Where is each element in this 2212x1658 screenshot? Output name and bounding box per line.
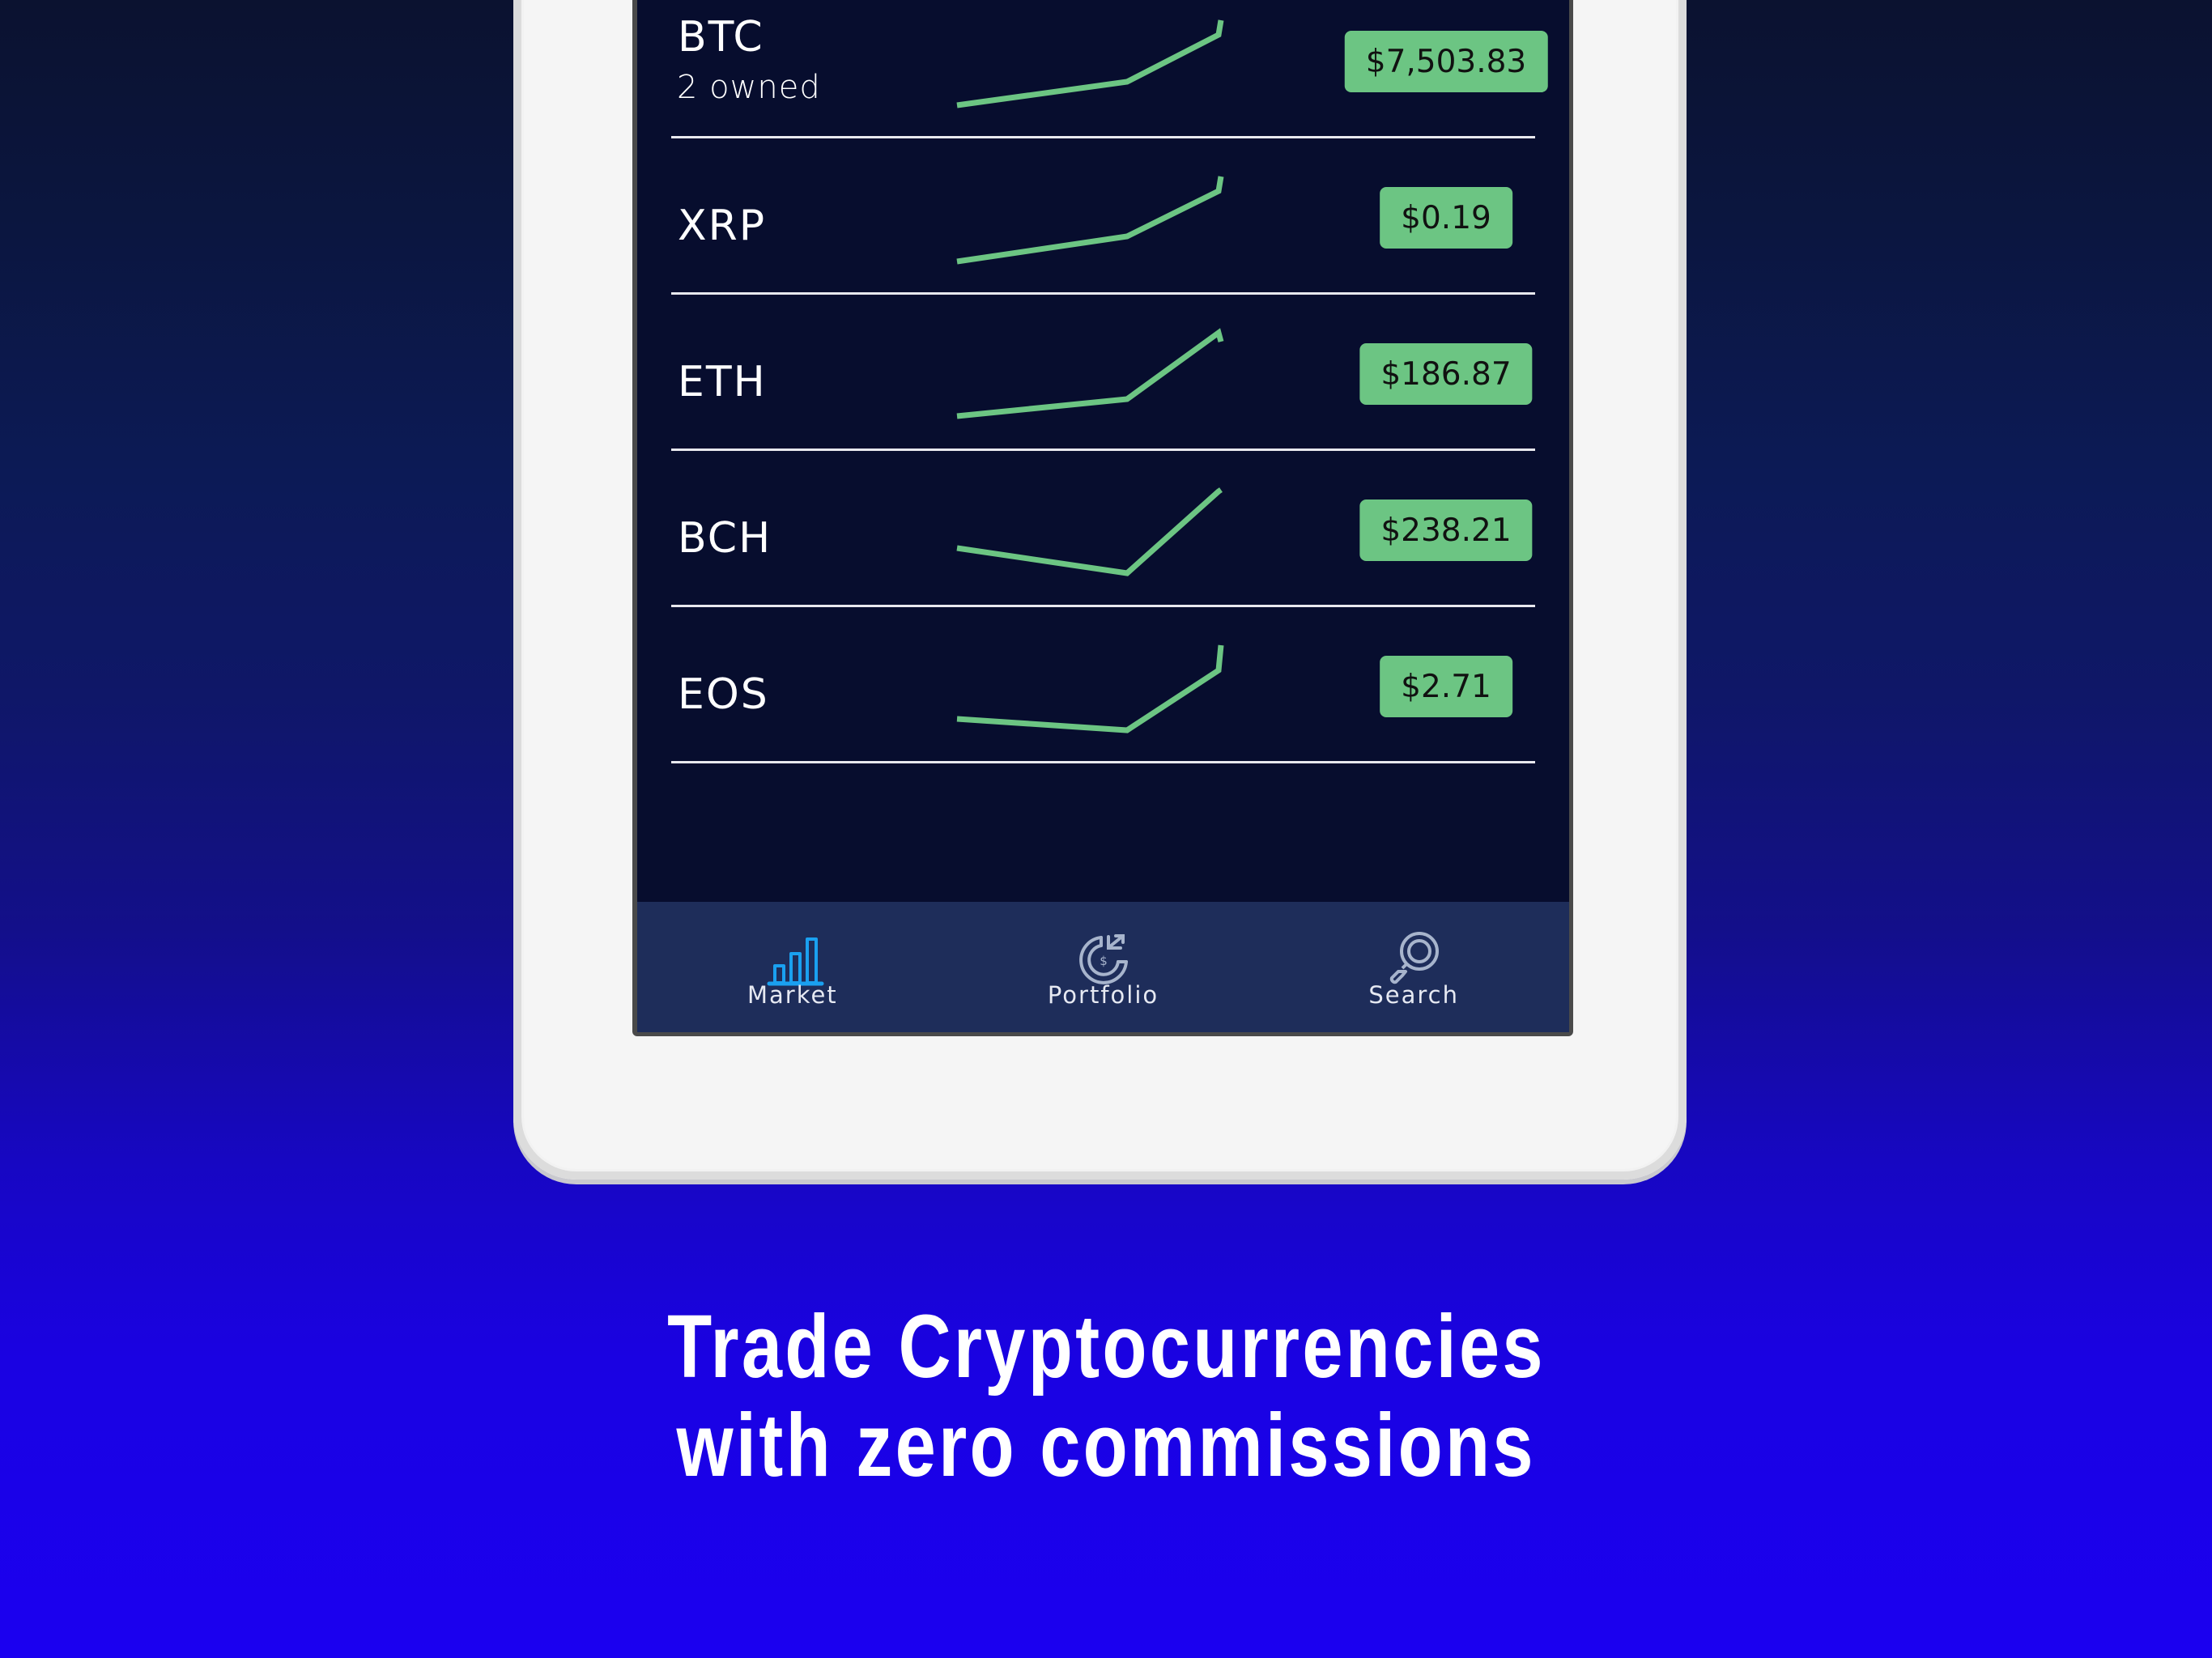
svg-text:$: $: [1100, 954, 1108, 968]
headline-line-2: with zero commissions: [0, 1394, 2212, 1497]
price-button[interactable]: $0.19: [1380, 187, 1512, 249]
coin-row-xrp[interactable]: XRP $0.19: [637, 138, 1569, 295]
coin-row-btc[interactable]: BTC 2 owned $7,503.83: [637, 0, 1569, 138]
nav-tab-portfolio[interactable]: $ Portfolio: [948, 902, 1259, 1032]
sparkline-path: [956, 328, 1224, 419]
coin-row-eth[interactable]: ETH $186.87: [637, 295, 1569, 451]
nav-tab-portfolio-label: Portfolio: [1047, 981, 1159, 1009]
nav-tab-search[interactable]: Search: [1258, 902, 1569, 1032]
headline-line-1-text: Trade Cryptocurrencies: [666, 1297, 1546, 1397]
headline-line-1: Trade Cryptocurrencies: [0, 1295, 2212, 1398]
sparkline-path: [956, 176, 1224, 265]
price-button[interactable]: $7,503.83: [1344, 31, 1548, 92]
headline-line-2-text: with zero commissions: [676, 1396, 1536, 1495]
row-divider: [671, 761, 1535, 763]
price-button[interactable]: $2.71: [1380, 656, 1512, 717]
nav-tab-market-label: Market: [747, 981, 838, 1009]
sparkline-path: [956, 19, 1224, 108]
sparkline-path: [956, 644, 1224, 733]
nav-tab-market[interactable]: Market: [637, 902, 948, 1032]
price-button[interactable]: $238.21: [1359, 500, 1533, 561]
coin-row-eos[interactable]: EOS $2.71: [637, 607, 1569, 763]
price-button[interactable]: $186.87: [1359, 343, 1533, 405]
app-screen: BTC 2 owned $7,503.83 XRP $0.19 ETH $186.87 BCH…: [637, 0, 1569, 1032]
bottom-nav: Market $ Portfolio Search: [637, 902, 1569, 1032]
coin-row-bch[interactable]: BCH $238.21: [637, 451, 1569, 607]
tablet-screen-frame: BTC 2 owned $7,503.83 XRP $0.19 ETH $186.87 BCH…: [632, 0, 1573, 1036]
nav-tab-search-label: Search: [1368, 981, 1459, 1009]
sparkline-path: [956, 487, 1223, 576]
